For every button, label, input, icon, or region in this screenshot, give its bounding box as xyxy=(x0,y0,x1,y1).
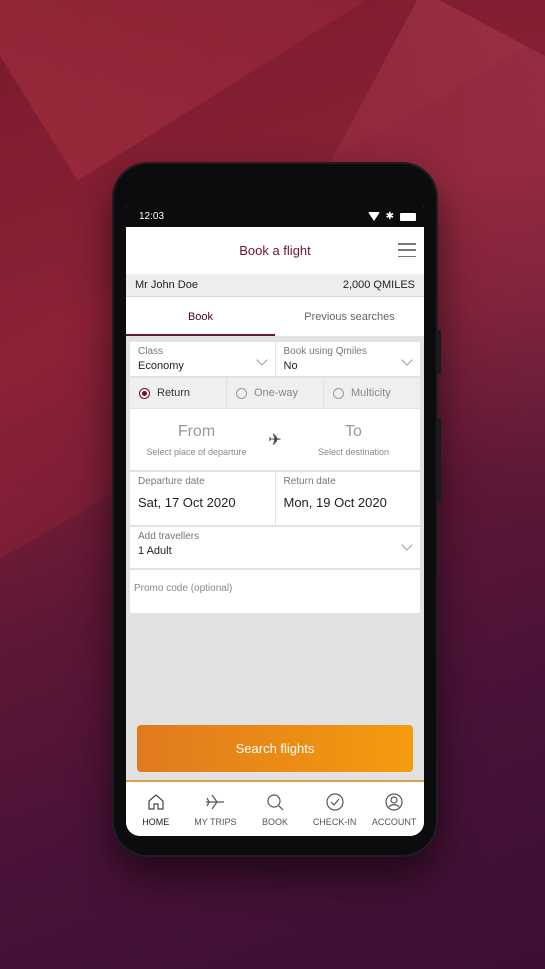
nav-account[interactable]: ACCOUNT xyxy=(364,782,424,836)
qmiles-value: No xyxy=(283,360,298,372)
swap-route-icon[interactable]: ✈ xyxy=(263,430,287,450)
search-flights-button[interactable]: Search flights xyxy=(137,725,413,772)
radio-one-way[interactable]: One-way xyxy=(227,378,323,408)
qmiles-label: Book using Qmiles xyxy=(283,346,367,357)
from-field[interactable]: From Select place of departure xyxy=(130,423,263,457)
nav-my-trips-label: MY TRIPS xyxy=(194,816,237,827)
wifi-icon xyxy=(367,212,380,221)
qmiles-select[interactable]: Book using Qmiles No xyxy=(275,342,420,376)
bluetooth-icon: ✱ xyxy=(385,210,394,222)
return-date-field[interactable]: Return date Mon, 19 Oct 2020 xyxy=(275,472,420,525)
nav-my-trips[interactable]: MY TRIPS xyxy=(186,782,246,836)
page-title: Book a flight xyxy=(239,243,311,258)
route-selector: From Select place of departure ✈ To Sele… xyxy=(130,409,420,470)
home-icon xyxy=(146,792,166,812)
user-bar: Mr John Doe 2,000 QMILES xyxy=(126,274,424,296)
promo-code-input[interactable]: Promo code (optional) xyxy=(130,570,420,613)
departure-label: Departure date xyxy=(138,476,205,487)
status-time: 12:03 xyxy=(139,211,165,222)
radio-multicity[interactable]: Multicity xyxy=(324,378,420,408)
to-field[interactable]: To Select destination xyxy=(287,423,420,457)
return-label: Return date xyxy=(283,476,336,487)
class-label: Class xyxy=(138,346,164,357)
trip-type-group: Return One-way Multicity xyxy=(130,378,420,408)
tab-book[interactable]: Book xyxy=(126,297,275,336)
departure-date-field[interactable]: Departure date Sat, 17 Oct 2020 xyxy=(130,472,275,525)
nav-account-label: ACCOUNT xyxy=(371,816,417,827)
radio-return-label: Return xyxy=(157,387,191,399)
tab-bar: Book Previous searches xyxy=(126,296,424,336)
nav-check-in[interactable]: CHECK-IN xyxy=(305,782,365,836)
app-header: Book a flight xyxy=(126,227,424,274)
to-label: To xyxy=(345,422,362,440)
bottom-nav: HOME MY TRIPS BOOK CHECK-IN ACCOUNT xyxy=(126,780,424,836)
return-value: Mon, 19 Oct 2020 xyxy=(283,495,387,510)
nav-book-label: BOOK xyxy=(261,816,288,827)
user-name: Mr John Doe xyxy=(135,279,198,291)
travellers-value: 1 Adult xyxy=(138,545,172,557)
battery-icon xyxy=(400,212,416,221)
from-hint: Select place of departure xyxy=(146,446,247,457)
volume-button xyxy=(437,418,441,502)
class-select[interactable]: Class Economy xyxy=(130,342,275,376)
status-bar: 12:03 ✱ xyxy=(126,206,424,227)
search-icon xyxy=(265,792,285,812)
class-value: Economy xyxy=(138,360,184,372)
booking-form: Class Economy Book using Qmiles No Retur… xyxy=(126,336,424,613)
plane-icon xyxy=(205,792,225,812)
radio-return[interactable]: Return xyxy=(130,378,226,408)
departure-value: Sat, 17 Oct 2020 xyxy=(138,495,236,510)
radio-dot xyxy=(139,387,150,399)
tab-previous-searches[interactable]: Previous searches xyxy=(275,297,424,336)
nav-home[interactable]: HOME xyxy=(126,782,186,836)
to-hint: Select destination xyxy=(317,446,390,457)
radio-dot xyxy=(236,387,247,399)
travellers-select[interactable]: Add travellers 1 Adult xyxy=(130,527,420,568)
radio-one-way-label: One-way xyxy=(254,387,299,399)
check-circle-icon xyxy=(325,792,345,812)
user-icon xyxy=(384,792,404,812)
radio-multicity-label: Multicity xyxy=(351,387,391,399)
travellers-label: Add travellers xyxy=(138,531,200,542)
menu-icon[interactable] xyxy=(398,243,416,257)
nav-check-in-label: CHECK-IN xyxy=(312,816,357,827)
qmiles-balance: 2,000 QMILES xyxy=(342,279,415,291)
radio-dot xyxy=(333,387,344,399)
app-screen: 12:03 ✱ Book a flight Mr John Doe 2,000 … xyxy=(126,206,424,836)
nav-book[interactable]: BOOK xyxy=(245,782,305,836)
from-label: From xyxy=(177,422,216,440)
power-button xyxy=(437,330,441,374)
nav-home-label: HOME xyxy=(142,816,170,827)
